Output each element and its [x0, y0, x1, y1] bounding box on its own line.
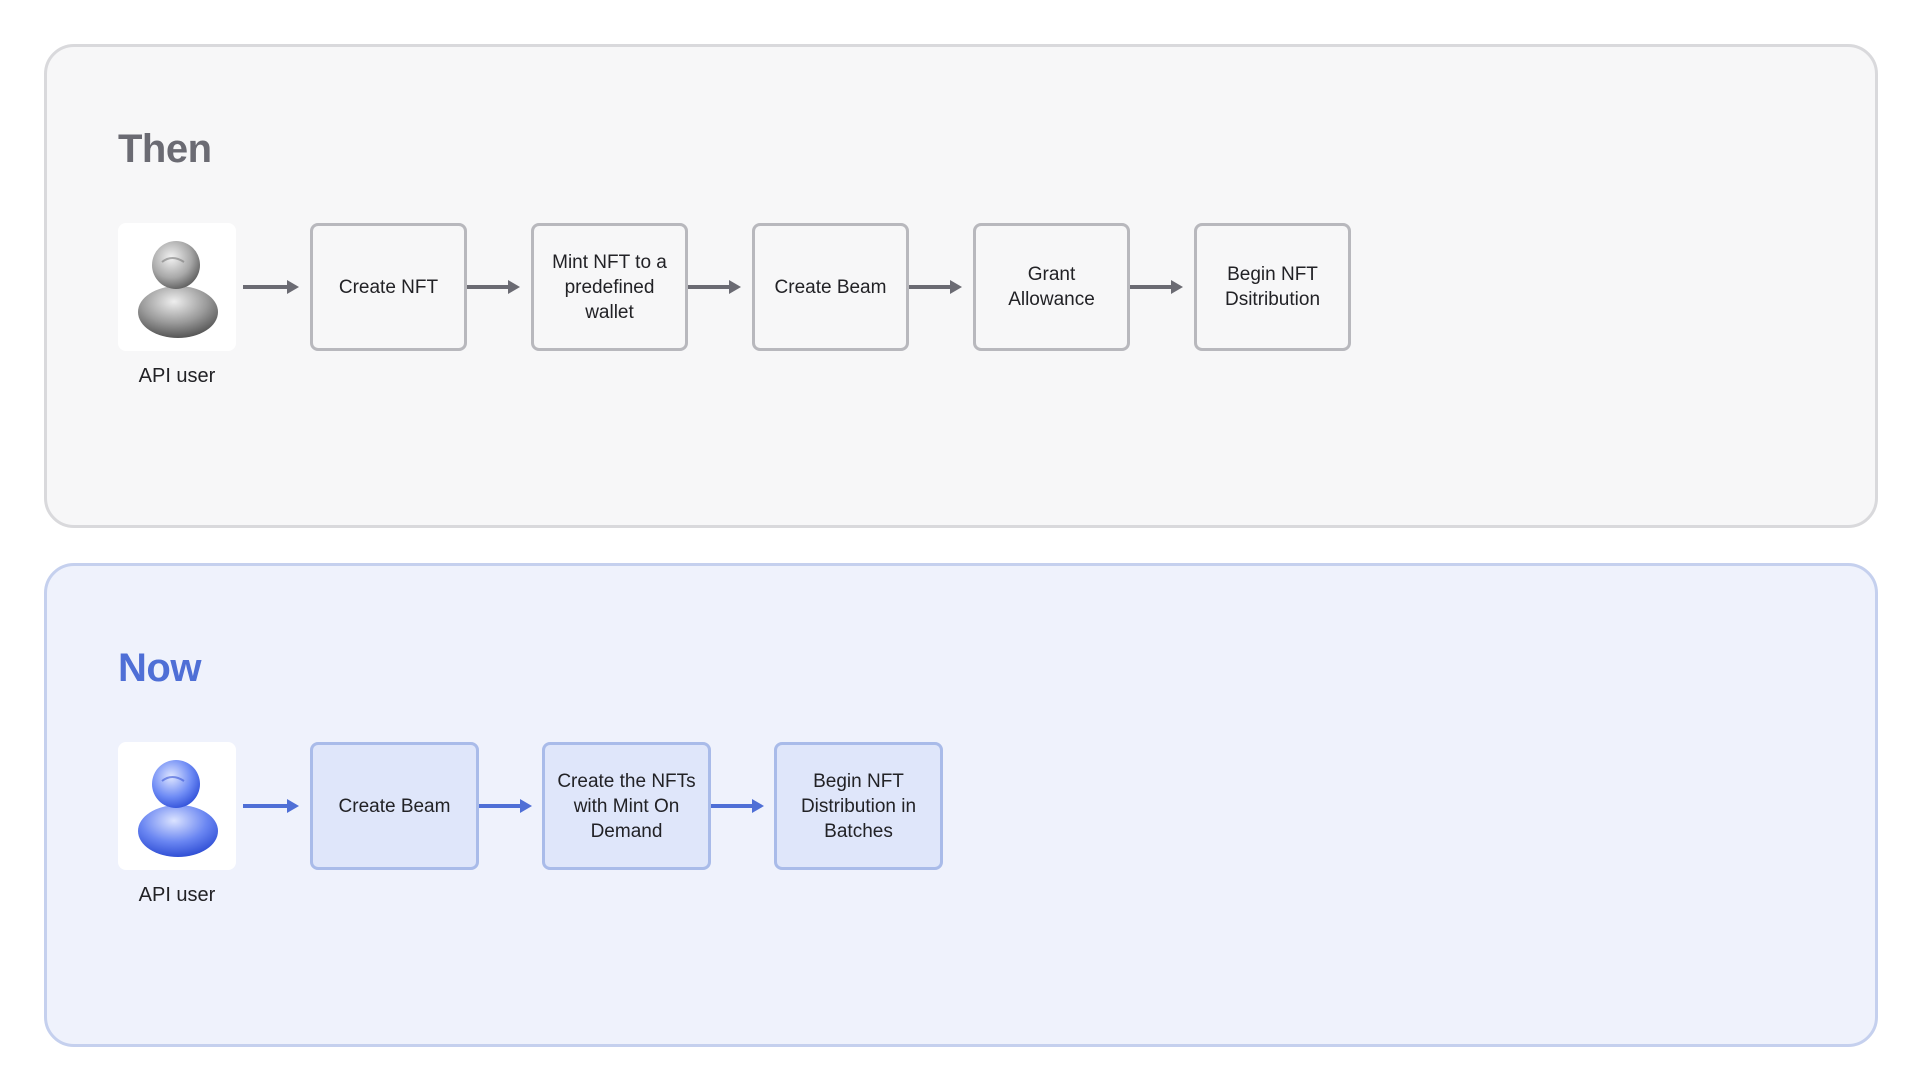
now-arrow-3: [708, 796, 766, 816]
arrow-right-icon: [906, 280, 962, 294]
then-step-create-nft: Create NFT: [310, 223, 467, 351]
then-arrow-3: [685, 277, 743, 297]
then-arrow-5: [1127, 277, 1185, 297]
comparison-diagram: Then API user Create NFT Mint NFT to a p…: [0, 0, 1920, 1087]
then-step-create-beam: Create Beam: [752, 223, 909, 351]
arrow-right-icon: [476, 799, 532, 813]
then-api-user: API user: [118, 223, 236, 388]
now-api-user: API user: [118, 742, 236, 907]
then-title: Then: [118, 127, 212, 171]
now-user-label: API user: [138, 884, 216, 906]
now-title: Now: [118, 646, 201, 690]
now-step-begin-distribution-batches: Begin NFT Distribution in Batches: [774, 742, 943, 870]
then-step-mint-nft: Mint NFT to a predefined wallet: [531, 223, 688, 351]
now-arrow-1: [243, 796, 301, 816]
arrow-right-icon: [464, 280, 520, 294]
then-arrow-1: [243, 277, 301, 297]
then-user-card: [118, 223, 236, 351]
user-avatar-icon: [138, 760, 218, 857]
arrow-right-icon: [708, 799, 764, 813]
now-step-mint-on-demand: Create the NFTs with Mint On Demand: [542, 742, 711, 870]
now-step-create-beam: Create Beam: [310, 742, 479, 870]
arrow-right-icon: [243, 799, 299, 813]
arrow-right-icon: [1127, 280, 1183, 294]
then-arrow-2: [464, 277, 522, 297]
then-arrow-4: [906, 277, 964, 297]
arrow-right-icon: [685, 280, 741, 294]
now-panel: Now API user Create Beam Create the NFTs…: [44, 563, 1878, 1047]
arrow-right-icon: [243, 280, 299, 294]
now-arrow-2: [476, 796, 534, 816]
user-avatar-icon: [138, 241, 218, 338]
then-step-begin-distribution: Begin NFT Dsitribution: [1194, 223, 1351, 351]
then-panel: Then API user Create NFT Mint NFT to a p…: [44, 44, 1878, 528]
then-step-grant-allowance: Grant Allowance: [973, 223, 1130, 351]
now-user-card: [118, 742, 236, 870]
then-user-label: API user: [138, 365, 216, 387]
